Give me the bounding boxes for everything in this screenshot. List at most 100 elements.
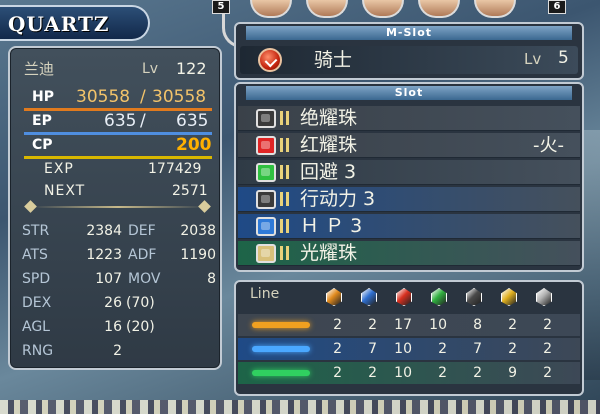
divider-ornament-icon: [198, 200, 211, 213]
attr-row: RNG 2: [22, 340, 216, 362]
party-portrait[interactable]: [250, 0, 292, 18]
fire-icon: [396, 288, 412, 306]
quartz-gem-icon: [256, 109, 276, 128]
line-row: 2 2 10 2 2 9 2: [238, 362, 580, 384]
attr-def-value: 2038: [180, 223, 216, 239]
hp-slash: /: [140, 87, 146, 107]
slot-row[interactable]: Ｈ Ｐ 3: [238, 214, 580, 239]
line-row: 2 7 10 2 7 2 2: [238, 338, 580, 360]
line-panel: Line 2 2 17 10 8 2 2 2 7 10 2 7 2 2 2 2 10 2 2 9 2: [234, 280, 584, 396]
party-portrait[interactable]: [418, 0, 460, 18]
line-value: 7: [473, 341, 482, 357]
slot-level-pips-icon: [280, 245, 292, 262]
line-title: Line: [250, 286, 280, 302]
line-value: 2: [333, 341, 342, 357]
hp-label: HP: [32, 89, 54, 105]
slot-quartz-name: 行动力 3: [300, 188, 376, 210]
quartz-gem-icon: [256, 163, 276, 182]
ep-max: 635: [176, 111, 209, 131]
ep-current: 635: [104, 111, 137, 131]
m-slot-row[interactable]: 骑士 Lv 5: [240, 46, 578, 74]
line-value: 7: [368, 341, 377, 357]
line-value: 2: [438, 365, 447, 381]
slot-row[interactable]: 行动力 3: [238, 187, 580, 212]
slot-level-pips-icon: [280, 218, 292, 235]
slot-row[interactable]: 红耀珠 -火-: [238, 133, 580, 158]
quartz-gem-icon: [256, 217, 276, 236]
slot-level-pips-icon: [280, 110, 292, 127]
attr-row: ATS 1223 ADF 1190: [22, 244, 216, 266]
attr-ats-label: ATS: [22, 247, 48, 263]
hp-current: 30558: [76, 87, 131, 107]
line-value: 2: [368, 317, 377, 333]
line-value: 2: [333, 317, 342, 333]
slot-row[interactable]: 光耀珠: [238, 241, 580, 266]
time-icon: [466, 288, 482, 306]
master-quartz-level-label: Lv: [524, 50, 542, 68]
divider: [32, 206, 204, 208]
slot-level-pips-icon: [280, 164, 292, 181]
ep-slash: /: [140, 111, 146, 131]
mirage-icon: [536, 288, 552, 306]
earth-icon: [326, 288, 342, 306]
attr-dex-value: 26: [104, 295, 122, 311]
attr-row: DEX 26 (70): [22, 292, 216, 314]
line-color-bar: [252, 370, 310, 376]
bottom-strip: [0, 400, 600, 414]
slot-panel: Slot 绝耀珠 红耀珠 -火- 回避 3 行动力 3 Ｈ Ｐ 3 光耀珠: [234, 82, 584, 272]
line-value: 2: [508, 317, 517, 333]
slot-level-pips-icon: [280, 191, 292, 208]
slot-row[interactable]: 回避 3: [238, 160, 580, 185]
attr-agl-label: AGL: [22, 319, 50, 335]
divider-ornament-icon: [24, 200, 37, 213]
attr-agl-value: 16: [104, 319, 122, 335]
party-portrait[interactable]: [306, 0, 348, 18]
party-portrait[interactable]: [474, 0, 516, 18]
slot-element-tag: -火-: [533, 135, 564, 156]
cp-label: CP: [32, 137, 53, 153]
quartz-gem-icon: [256, 136, 276, 155]
next-value: 2571: [172, 183, 208, 199]
party-portrait[interactable]: [362, 0, 404, 18]
exp-value: 177429: [148, 161, 202, 177]
attr-spd-label: SPD: [22, 271, 51, 287]
water-icon: [361, 288, 377, 306]
attr-adf-value: 1190: [180, 247, 216, 263]
slot-quartz-name: 回避 3: [300, 161, 357, 183]
line-value: 2: [543, 365, 552, 381]
line-value: 2: [543, 317, 552, 333]
line-value: 10: [429, 317, 447, 333]
attr-row: STR 2384 DEF 2038: [22, 220, 216, 242]
master-quartz-icon: [258, 48, 282, 72]
line-row: 2 2 17 10 8 2 2: [238, 314, 580, 336]
party-portraits: 5 6: [210, 0, 600, 20]
next-label: NEXT: [44, 183, 86, 199]
slot-level-pips-icon: [280, 137, 292, 154]
attr-mov-label: MOV: [128, 271, 161, 287]
line-value: 10: [394, 365, 412, 381]
slot-quartz-name: 光耀珠: [300, 242, 358, 264]
attr-row: AGL 16 (20): [22, 316, 216, 338]
line-value: 2: [368, 365, 377, 381]
master-quartz-name: 骑士: [314, 49, 353, 71]
line-value: 2: [543, 341, 552, 357]
slot-row[interactable]: 绝耀珠: [238, 106, 580, 131]
attr-spd-value: 107: [95, 271, 122, 287]
party-slot-number-right: 6: [548, 0, 566, 14]
slot-quartz-name: 红耀珠: [300, 134, 358, 156]
line-value: 10: [394, 341, 412, 357]
line-value: 9: [508, 365, 517, 381]
character-name: 兰迪: [24, 60, 55, 78]
party-slot-number-left: 5: [212, 0, 230, 14]
attr-str-label: STR: [22, 223, 50, 239]
attr-str-value: 2384: [86, 223, 122, 239]
attr-ats-value: 1223: [86, 247, 122, 263]
hp-max: 30558: [152, 87, 207, 107]
cp-value: 200: [176, 135, 212, 155]
attr-row: SPD 107 MOV 8: [22, 268, 216, 290]
line-value: 2: [333, 365, 342, 381]
attr-adf-label: ADF: [128, 247, 157, 263]
line-value: 8: [473, 317, 482, 333]
attr-mov-value: 8: [207, 271, 216, 287]
attr-def-label: DEF: [128, 223, 156, 239]
